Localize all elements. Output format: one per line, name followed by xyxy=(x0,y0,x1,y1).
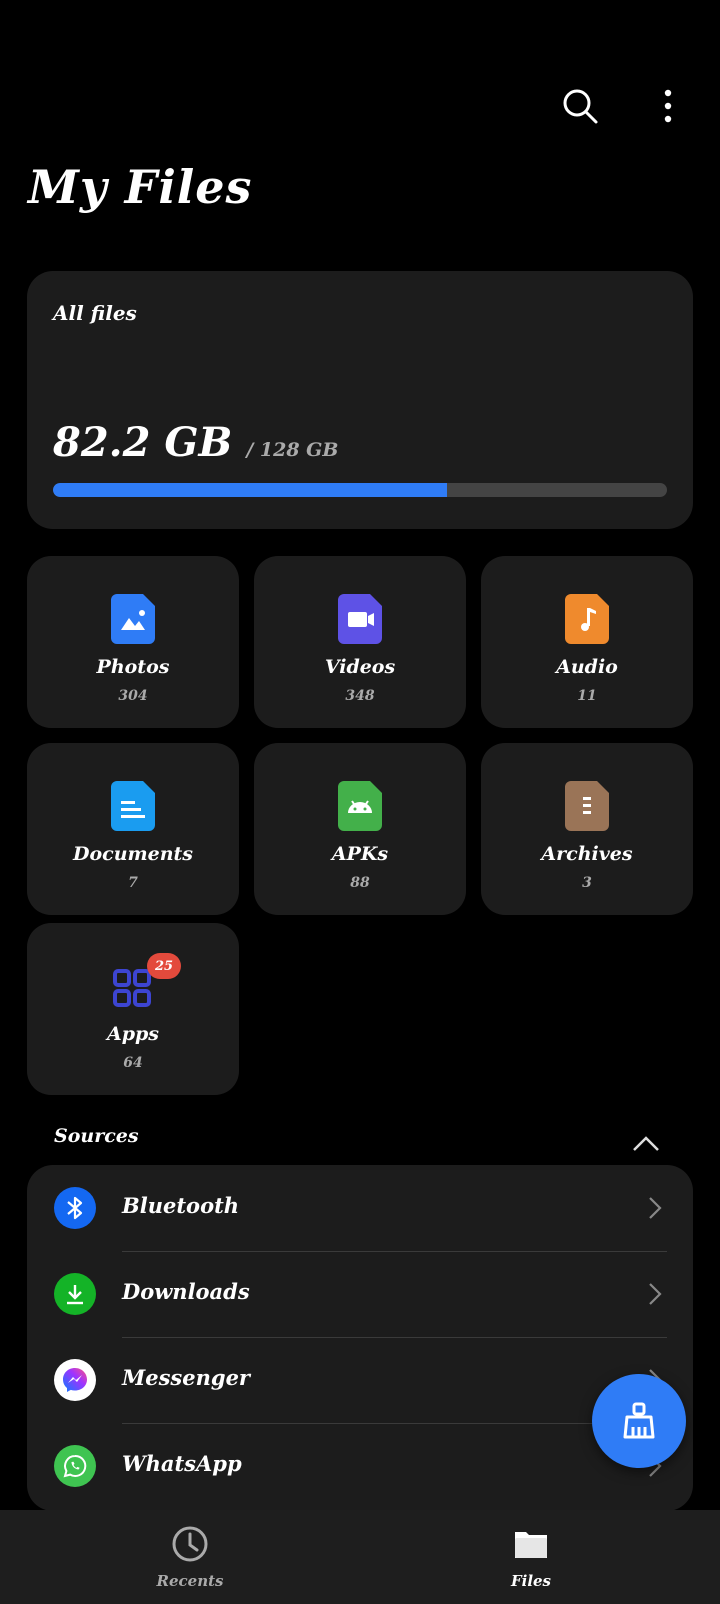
category-photos[interactable]: Photos 304 xyxy=(27,556,239,728)
more-options-button[interactable] xyxy=(646,84,690,128)
category-count: 3 xyxy=(582,875,592,891)
messenger-icon xyxy=(54,1359,96,1401)
category-count: 348 xyxy=(345,688,375,704)
storage-progress-fill xyxy=(53,483,448,497)
source-downloads[interactable]: Downloads xyxy=(27,1251,693,1337)
music-icon xyxy=(565,594,609,644)
category-archives[interactable]: Archives 3 xyxy=(481,743,693,915)
video-icon xyxy=(338,594,382,644)
image-icon xyxy=(111,594,155,644)
all-files-label: All files xyxy=(53,301,137,325)
chevron-right-icon xyxy=(649,1283,662,1305)
category-audio[interactable]: Audio 11 xyxy=(481,556,693,728)
category-apks[interactable]: APKs 88 xyxy=(254,743,466,915)
category-name: APKs xyxy=(331,843,389,865)
category-count: 11 xyxy=(577,688,597,704)
bottom-navigation: Recents Files xyxy=(0,1510,720,1604)
source-whatsapp[interactable]: WhatsApp xyxy=(27,1423,693,1509)
clean-storage-button[interactable] xyxy=(592,1374,686,1468)
android-icon xyxy=(338,781,382,831)
archive-icon xyxy=(565,781,609,831)
broom-icon xyxy=(623,1402,655,1439)
storage-total: / 128 GB xyxy=(246,439,339,461)
more-vert-icon xyxy=(664,89,672,123)
nav-recents[interactable]: Recents xyxy=(110,1524,270,1590)
clock-icon xyxy=(172,1526,208,1562)
nav-label: Recents xyxy=(156,1572,224,1590)
all-files-card[interactable]: All files 82.2 GB / 128 GB xyxy=(27,271,693,529)
nav-label: Files xyxy=(510,1572,552,1590)
source-label: WhatsApp xyxy=(122,1451,242,1476)
source-label: Downloads xyxy=(122,1279,250,1304)
category-apps[interactable]: 25 Apps 64 xyxy=(27,923,239,1095)
category-documents[interactable]: Documents 7 xyxy=(27,743,239,915)
category-name: Videos xyxy=(324,656,396,678)
source-label: Bluetooth xyxy=(122,1193,240,1218)
document-icon xyxy=(111,781,155,831)
nav-files[interactable]: Files xyxy=(451,1524,611,1590)
chevron-up-icon[interactable] xyxy=(630,1132,662,1154)
folder-icon xyxy=(515,1532,547,1558)
top-actions xyxy=(558,84,690,128)
storage-progress-bar xyxy=(53,483,667,497)
category-count: 64 xyxy=(123,1055,143,1071)
category-count: 304 xyxy=(118,688,148,704)
storage-used: 82.2 GB xyxy=(53,419,233,466)
category-count: 7 xyxy=(128,875,138,891)
category-name: Archives xyxy=(541,843,633,865)
chevron-right-icon xyxy=(649,1197,662,1219)
apps-badge: 25 xyxy=(147,953,182,979)
page-title: My Files xyxy=(28,160,253,214)
sources-list: Bluetooth Downloads Messenger WhatsApp xyxy=(27,1165,693,1511)
category-videos[interactable]: Videos 348 xyxy=(254,556,466,728)
category-name: Documents xyxy=(72,843,193,865)
category-count: 88 xyxy=(350,875,370,891)
search-icon xyxy=(563,89,598,124)
search-button[interactable] xyxy=(558,84,602,128)
source-bluetooth[interactable]: Bluetooth xyxy=(27,1165,693,1251)
sources-title: Sources xyxy=(54,1125,139,1147)
storage-usage: 82.2 GB / 128 GB xyxy=(53,419,338,466)
source-label: Messenger xyxy=(122,1365,250,1390)
download-icon xyxy=(54,1273,96,1315)
bluetooth-icon xyxy=(54,1187,96,1229)
whatsapp-icon xyxy=(54,1445,96,1487)
category-name: Apps xyxy=(106,1023,159,1045)
category-name: Photos xyxy=(96,656,170,678)
category-name: Audio xyxy=(556,656,618,678)
